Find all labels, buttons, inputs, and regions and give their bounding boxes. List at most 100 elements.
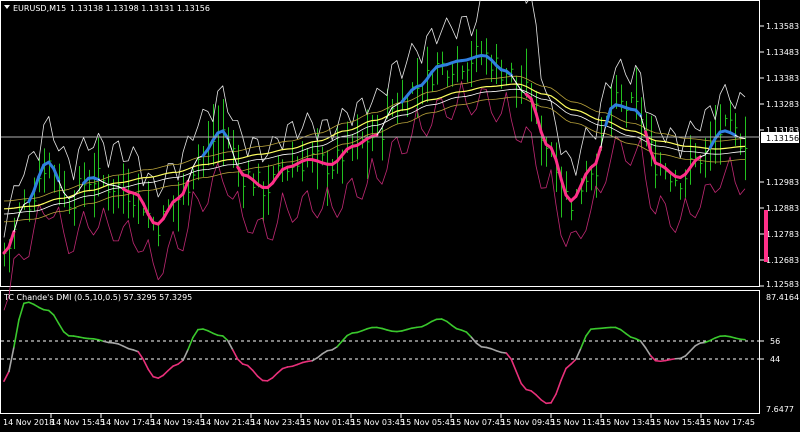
time-tick: 14 Nov 21:45 xyxy=(201,418,255,427)
trend-line-segment xyxy=(107,184,114,186)
time-tick: 15 Nov 05:45 xyxy=(401,418,455,427)
price-tick: 1.12983 xyxy=(766,178,799,187)
dmi-segment xyxy=(212,332,219,337)
trend-line-segment xyxy=(728,131,737,137)
ma-olive-lower-line xyxy=(3,96,746,223)
dmi-segment xyxy=(540,399,547,405)
price-tick: 1.13383 xyxy=(766,74,799,83)
trend-line-segment xyxy=(504,69,513,77)
dmi-segment xyxy=(619,328,627,335)
dmi-segment xyxy=(470,336,478,344)
dmi-segment xyxy=(689,344,697,352)
indicator-axis: 87.4164 56 44 7.6477 xyxy=(760,293,799,414)
dmi-segment xyxy=(520,382,527,391)
dmi-segment xyxy=(137,350,145,361)
dmi-segment xyxy=(585,328,592,337)
dmi-segment xyxy=(3,370,10,382)
dmi-segment xyxy=(684,350,692,357)
dmi-segment xyxy=(515,370,523,385)
dmi-segment xyxy=(460,329,468,333)
dmi-segment xyxy=(346,332,353,337)
dmi-segment xyxy=(570,358,577,365)
dmi-segment xyxy=(425,320,433,326)
dmi-segment xyxy=(271,372,279,379)
trend-down-marker xyxy=(764,210,768,262)
time-tick: 14 Nov 19:45 xyxy=(151,418,205,427)
dmi-segment xyxy=(336,340,343,348)
trend-line-segment xyxy=(102,181,109,186)
dmi-segment xyxy=(505,352,513,361)
dmi-segment xyxy=(580,335,587,349)
time-tick: 15 Nov 15:45 xyxy=(651,418,705,427)
dmi-segment xyxy=(694,342,702,347)
dmi-segment xyxy=(226,339,234,351)
dmi-segment xyxy=(510,358,518,373)
dmi-segment xyxy=(33,303,40,309)
ohlc-values: 1.13138 1.13198 1.13131 1.13156 xyxy=(70,4,210,13)
price-tick: 1.13283 xyxy=(766,100,799,109)
dmi-segment xyxy=(142,358,150,371)
dmi-segment xyxy=(316,353,324,359)
dmi-segment xyxy=(475,342,483,348)
dmi-segment xyxy=(266,377,274,382)
dmi-segment xyxy=(162,369,169,377)
dmi-segment xyxy=(222,335,229,342)
dmi-segment xyxy=(361,328,368,332)
time-tick: 15 Nov 17:45 xyxy=(701,418,755,427)
dmi-segment xyxy=(38,306,45,311)
trading-chart[interactable]: EURUSD,M15 1.13138 1.13198 1.13131 1.131… xyxy=(0,0,800,432)
price-tick: 1.12783 xyxy=(766,230,799,239)
trend-line-segment xyxy=(92,176,100,182)
indicator-lines xyxy=(2,0,746,311)
dmi-segment xyxy=(47,309,55,316)
price-tick: 1.12883 xyxy=(766,204,799,213)
dmi-segment xyxy=(634,337,642,342)
dmi-segment xyxy=(236,358,244,365)
dmi-segment xyxy=(321,349,329,355)
price-tick: 1.13483 xyxy=(766,48,799,57)
trend-line-segment xyxy=(112,184,119,188)
ma-yellow-line xyxy=(3,83,746,210)
dmi-segment xyxy=(52,314,60,325)
symbol-label: EURUSD,M15 xyxy=(13,4,66,13)
indicator-tick: 56 xyxy=(770,337,780,346)
dmi-segment xyxy=(331,345,339,351)
dmi-segment xyxy=(177,359,184,365)
dmi-segment xyxy=(445,320,453,326)
time-tick: 15 Nov 07:45 xyxy=(451,418,505,427)
dmi-segment xyxy=(465,331,473,339)
dmi-segment xyxy=(490,348,498,352)
indicator-tick: 7.6477 xyxy=(766,405,794,414)
dmi-segment xyxy=(122,345,130,350)
ma-white-line xyxy=(3,88,746,215)
dmi-segment xyxy=(614,326,622,331)
dmi-segment xyxy=(147,368,154,378)
dmi-segment xyxy=(207,329,214,335)
dmi-segment xyxy=(535,394,542,401)
time-tick: 15 Nov 11:45 xyxy=(551,418,605,427)
dmi-segment xyxy=(256,375,264,382)
indicator-tick: 44 xyxy=(770,355,780,364)
dmi-segment xyxy=(430,318,438,323)
dmi-segment xyxy=(117,343,125,348)
indicator-title: TC Chande's DMI (0.5,10,0.5) 57.3295 57.… xyxy=(3,293,192,302)
dmi-segment xyxy=(560,367,567,382)
time-tick: 14 Nov 23:45 xyxy=(251,418,305,427)
dmi-segment xyxy=(246,364,254,372)
dmi-segment xyxy=(276,367,284,374)
dmi-segment xyxy=(575,347,582,361)
price-tick: 1.12583 xyxy=(766,280,799,289)
dmi-segment xyxy=(18,302,25,321)
dmi-segment xyxy=(639,340,647,349)
dmi-segment xyxy=(251,369,259,378)
dmi-segment xyxy=(167,365,174,372)
dmi-segment xyxy=(192,328,199,339)
trend-line-segment xyxy=(27,189,36,204)
dmi-segment xyxy=(172,363,179,367)
trend-line-segment xyxy=(370,133,379,138)
current-price-label: 1.13156 xyxy=(766,134,799,143)
dmi-segment xyxy=(450,324,458,330)
dmi-segment xyxy=(679,355,687,360)
dropdown-icon[interactable] xyxy=(4,5,10,9)
dmi-segment xyxy=(187,336,194,351)
